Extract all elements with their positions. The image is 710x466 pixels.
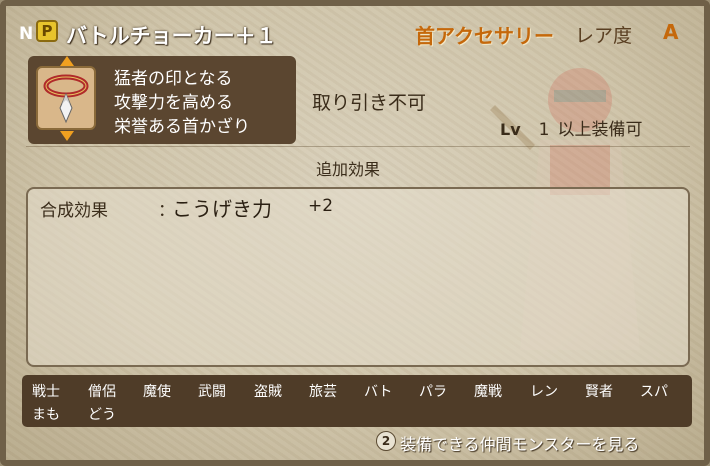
level-value: 1 xyxy=(538,120,550,140)
job-label: スパ xyxy=(640,384,668,400)
rarity-label: レア度 xyxy=(575,25,633,47)
job-label: 旅芸 xyxy=(309,384,337,400)
job-label: まも xyxy=(32,407,60,423)
description-line-1: 猛者の印となる xyxy=(114,69,233,89)
arrow-down-icon[interactable] xyxy=(60,131,74,141)
job-label: パラ xyxy=(419,384,447,400)
trade-status: 取り引き不可 xyxy=(312,92,427,114)
level-requirement: Lv 1 以上装備可 xyxy=(500,115,642,140)
effect-label: 合成効果 xyxy=(40,201,108,221)
description-line-3: 栄誉ある首かざり xyxy=(114,117,250,137)
job-label: 盗賊 xyxy=(254,384,282,400)
effect-amount: +2 xyxy=(308,196,334,216)
divider xyxy=(26,146,690,147)
job-label: 魔使 xyxy=(143,384,171,400)
level-suffix: 以上装備可 xyxy=(557,120,643,140)
gold-category-icon: P xyxy=(36,20,58,42)
arrow-up-icon[interactable] xyxy=(60,56,74,66)
job-label: バト xyxy=(364,384,393,400)
item-type: 首アクセサリー xyxy=(415,24,554,48)
job-label: 僧侶 xyxy=(88,384,116,400)
effect-value: こうげき力 xyxy=(172,197,272,221)
item-name: バトルチョーカー＋１ xyxy=(66,24,277,48)
job-label: レン xyxy=(530,384,558,400)
view-monsters-link[interactable]: 装備できる仲間モンスターを見る xyxy=(400,431,639,455)
job-label: 魔戦 xyxy=(474,384,502,400)
job-label: どう xyxy=(88,407,116,423)
new-marker: N xyxy=(19,24,34,44)
effects-box xyxy=(26,187,690,367)
item-image-frame xyxy=(36,66,96,130)
job-label: 戦士 xyxy=(32,384,60,400)
button-2-icon[interactable]: 2 xyxy=(376,431,396,451)
rarity-value: A xyxy=(663,20,679,44)
job-label: 賢者 xyxy=(585,384,613,400)
choker-item-icon xyxy=(43,74,89,124)
effects-section-title: 追加効果 xyxy=(316,160,381,179)
level-label: Lv xyxy=(500,120,521,139)
job-label: 武闘 xyxy=(198,384,226,400)
description-line-2: 攻撃力を高める xyxy=(114,93,233,113)
